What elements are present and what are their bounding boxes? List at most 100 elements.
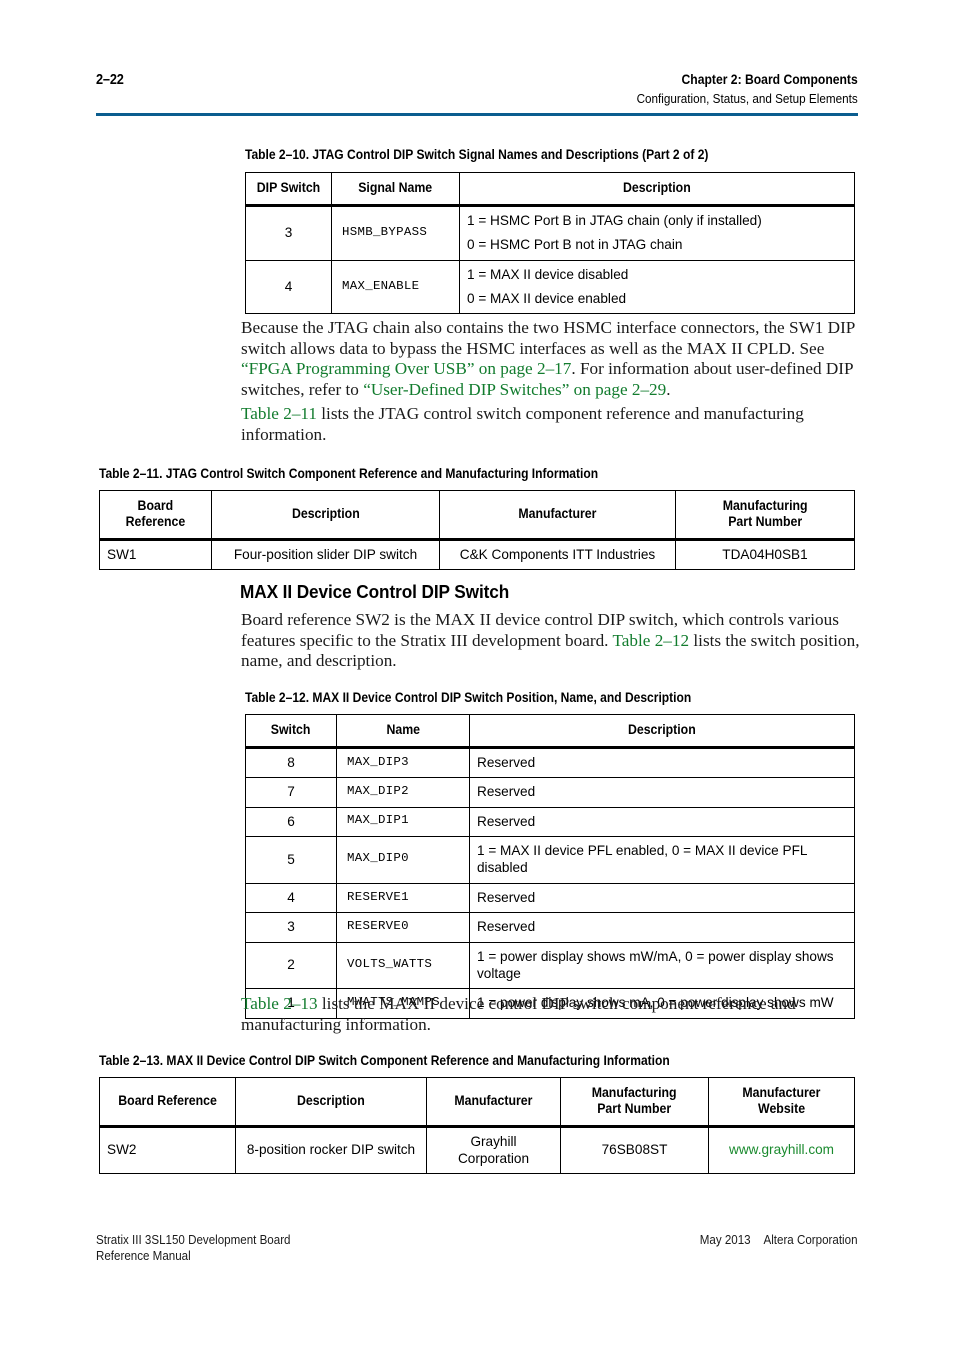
table-header-row: DIP Switch Signal Name Description: [245, 172, 855, 207]
table-row: 7 MAX_DIP2 Reserved: [245, 777, 855, 808]
cell-switch: 8: [245, 746, 337, 779]
table-2-12-caption: Table 2–12. MAX II Device Control DIP Sw…: [245, 690, 692, 705]
column-header-manufacturer: Manufacturer: [439, 490, 676, 541]
paragraph-table-2-11-intro: Table 2–11 lists the JTAG control switch…: [241, 404, 861, 445]
paragraph-jtag-chain: Because the JTAG chain also contains the…: [241, 318, 861, 400]
cell-description: 8-position rocker DIP switch: [235, 1125, 427, 1175]
document-page: 2–22 Chapter 2: Board Components Configu…: [0, 0, 954, 1350]
column-header-description: Description: [235, 1077, 427, 1128]
table-row: SW2 8-position rocker DIP switch Grayhil…: [99, 1125, 855, 1175]
column-header-board-reference: Board Reference: [99, 490, 212, 541]
page-footer: Stratix III 3SL150 Development Board Ref…: [96, 1232, 858, 1264]
cell-description: Reserved: [469, 912, 855, 943]
column-header-manufacturer: Manufacturer: [426, 1077, 561, 1128]
table-header-row: Switch Name Description: [245, 714, 855, 749]
footer-date: May 2013: [700, 1233, 752, 1247]
table-2-13: Board Reference Description Manufacturer…: [99, 1077, 855, 1175]
cell-name: MAX_DIP2: [336, 777, 470, 808]
cell-dip-switch: 3: [245, 204, 332, 261]
column-header-signal-name: Signal Name: [331, 172, 460, 207]
cell-switch: 5: [245, 835, 337, 884]
cell-description: 1 = MAX II device disabled 0 = MAX II de…: [459, 259, 855, 315]
cell-manufacturer: C&K Components ITT Industries: [439, 538, 676, 571]
table-2-13-caption: Table 2–13. MAX II Device Control DIP Sw…: [99, 1053, 670, 1068]
table-2-10-caption: Table 2–10. JTAG Control DIP Switch Sign…: [245, 147, 709, 162]
column-header-dip-switch: DIP Switch: [245, 172, 332, 207]
cell-part-number: 76SB08ST: [560, 1125, 709, 1175]
table-header-row: Board Reference Description Manufacturer…: [99, 1077, 855, 1128]
column-header-part-number: Manufacturing Part Number: [560, 1077, 709, 1128]
description-line: 0 = HSMC Port B not in JTAG chain: [467, 237, 683, 253]
column-header-description: Description: [459, 172, 855, 207]
cell-switch: 6: [245, 806, 337, 837]
header-chapter-title: Chapter 2: Board Components: [681, 72, 858, 87]
table-row: SW1 Four-position slider DIP switch C&K …: [99, 538, 855, 571]
header-chapter-block: Chapter 2: Board Components Configuratio…: [637, 72, 858, 108]
table-2-12: Switch Name Description 8 MAX_DIP3 Reser…: [245, 714, 855, 1019]
table-2-11: Board Reference Description Manufacturer …: [99, 490, 855, 571]
table-header-row: Board Reference Description Manufacturer …: [99, 490, 855, 541]
cell-switch: 3: [245, 912, 337, 943]
cell-signal-name: MAX_ENABLE: [331, 259, 460, 315]
column-header-board-reference: Board Reference: [99, 1077, 236, 1128]
link-table-2-12[interactable]: Table 2–12: [612, 631, 689, 650]
column-header-manufacturer-website: Manufacturer Website: [708, 1077, 855, 1128]
column-header-switch: Switch: [245, 714, 337, 749]
paragraph-sw2-intro: Board reference SW2 is the MAX II device…: [241, 610, 861, 672]
cell-signal-name: HSMB_BYPASS: [331, 204, 460, 261]
column-header-part-number: Manufacturing Part Number: [675, 490, 855, 541]
para-text: lists the JTAG control switch component …: [241, 404, 804, 444]
cell-description: 1 = power display shows mW/mA, 0 = power…: [469, 941, 855, 990]
cell-name: RESERVE0: [336, 912, 470, 943]
table-2-11-caption: Table 2–11. JTAG Control Switch Componen…: [99, 466, 599, 481]
page-header: 2–22 Chapter 2: Board Components Configu…: [96, 72, 858, 108]
cell-dip-switch: 4: [245, 259, 332, 315]
description-line: 1 = MAX II device disabled: [467, 266, 629, 282]
link-fpga-programming-over-usb[interactable]: “FPGA Programming Over USB” on page 2–17: [241, 359, 571, 378]
table-row: 2 VOLTS_WATTS 1 = power display shows mW…: [245, 941, 855, 990]
table-2-10: DIP Switch Signal Name Description 3 HSM…: [245, 172, 855, 315]
table-row: 5 MAX_DIP0 1 = MAX II device PFL enabled…: [245, 835, 855, 884]
cell-description: 1 = MAX II device PFL enabled, 0 = MAX I…: [469, 835, 855, 884]
paragraph-table-2-13-intro: Table 2–13 lists the MAX II device contr…: [241, 994, 861, 1035]
table-row: 4 RESERVE1 Reserved: [245, 882, 855, 914]
cell-name: VOLTS_WATTS: [336, 941, 470, 990]
table-row: 8 MAX_DIP3 Reserved: [245, 746, 855, 779]
header-section-title: Configuration, Status, and Setup Element…: [636, 90, 858, 106]
cell-description: Reserved: [469, 882, 855, 914]
column-header-name: Name: [336, 714, 470, 749]
para-text: Because the JTAG chain also contains the…: [241, 318, 855, 358]
footer-document-title: Stratix III 3SL150 Development Board Ref…: [96, 1232, 291, 1264]
description-line: 1 = HSMC Port B in JTAG chain (only if i…: [467, 212, 762, 228]
table-row: 3 RESERVE0 Reserved: [245, 912, 855, 943]
cell-board-reference: SW2: [99, 1125, 236, 1175]
cell-name: MAX_DIP1: [336, 806, 470, 837]
link-table-2-11[interactable]: Table 2–11: [241, 404, 317, 423]
cell-switch: 2: [245, 941, 337, 990]
cell-part-number: TDA04H0SB1: [675, 538, 855, 571]
table-row: 6 MAX_DIP1 Reserved: [245, 806, 855, 837]
cell-board-reference: SW1: [99, 538, 212, 571]
table-row: 3 HSMB_BYPASS 1 = HSMC Port B in JTAG ch…: [245, 204, 855, 261]
cell-description: Reserved: [469, 746, 855, 779]
para-text: lists the MAX II device control DIP swit…: [241, 994, 796, 1034]
para-text: .: [666, 379, 671, 399]
header-rule: [96, 113, 858, 116]
cell-switch: 7: [245, 777, 337, 808]
column-header-description: Description: [211, 490, 440, 541]
page-number: 2–22: [96, 72, 124, 88]
cell-name: RESERVE1: [336, 882, 470, 914]
table-row: 4 MAX_ENABLE 1 = MAX II device disabled …: [245, 259, 855, 315]
cell-switch: 4: [245, 882, 337, 914]
link-table-2-13[interactable]: Table 2–13: [241, 994, 318, 1013]
link-user-defined-dip-switches[interactable]: “User-Defined DIP Switches” on page 2–29: [363, 380, 666, 399]
cell-description: 1 = HSMC Port B in JTAG chain (only if i…: [459, 204, 855, 261]
footer-company: Altera Corporation: [763, 1233, 858, 1247]
cell-description: Reserved: [469, 806, 855, 837]
link-manufacturer-website[interactable]: www.grayhill.com: [708, 1125, 855, 1175]
cell-description: Reserved: [469, 777, 855, 808]
cell-description: Four-position slider DIP switch: [211, 538, 440, 571]
cell-name: MAX_DIP3: [336, 746, 470, 779]
description-line: 0 = MAX II device enabled: [467, 290, 627, 306]
section-heading-max-ii-device-control-dip-switch: MAX II Device Control DIP Switch: [240, 581, 510, 602]
